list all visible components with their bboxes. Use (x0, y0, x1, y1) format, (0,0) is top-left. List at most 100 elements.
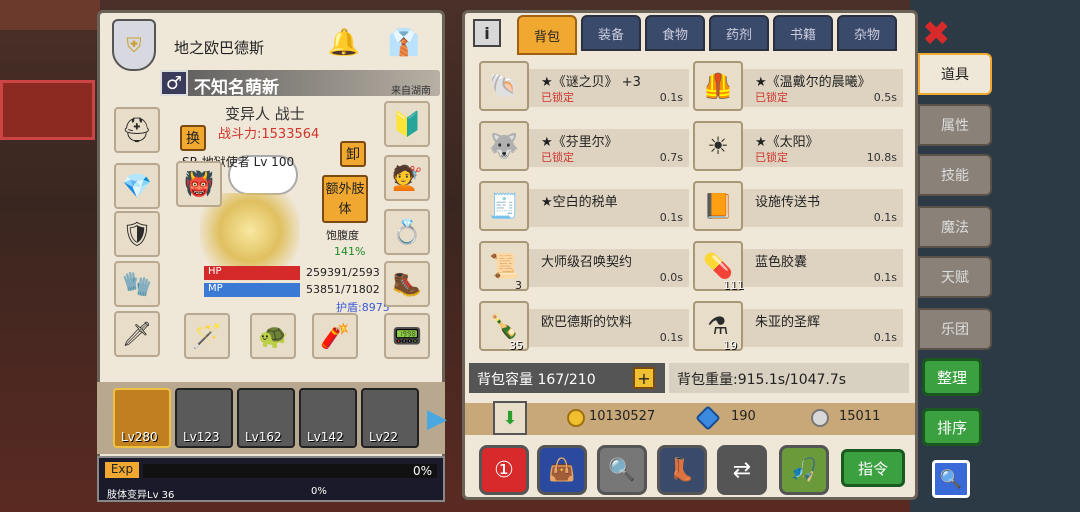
side-tab-items[interactable]: 道具 (918, 53, 992, 95)
hero-card[interactable]: Lv22 (361, 388, 419, 448)
boots-slot-icon[interactable]: 🥾 (384, 261, 430, 307)
hero-level: Lv22 (369, 430, 399, 444)
numbered-list-icon[interactable]: ① (479, 445, 529, 495)
hero-card[interactable]: Lv142 (299, 388, 357, 448)
satiety-value: 141% (334, 245, 366, 258)
hero-level: Lv123 (183, 430, 220, 444)
item-locked: 已锁定 (541, 151, 574, 164)
firecracker-slot-icon[interactable]: 🧨 (312, 313, 358, 359)
tab-potion[interactable]: 药剂 (709, 15, 769, 51)
hp-value: 259391/2593 (306, 266, 380, 279)
gold-amount: 10130527 (589, 409, 656, 424)
bag-icon[interactable]: 👜 (537, 445, 587, 495)
list-item[interactable]: 🐺 ★《芬里尔》 已锁定 0.7s (479, 121, 693, 173)
search-icon[interactable]: 🔍 (932, 460, 970, 498)
tab-bag[interactable]: 背包 (517, 15, 577, 55)
item-name: ★《温戴尔的晨曦》 (755, 75, 871, 90)
list-item[interactable]: 🧾 ★空白的税单 0.1s (479, 181, 693, 233)
hp-label: HP (208, 266, 222, 277)
tab-books[interactable]: 书籍 (773, 15, 833, 51)
list-item[interactable]: 🐚 ★《谜之贝》 +3 已锁定 0.1s (479, 61, 693, 113)
hanger-icon[interactable]: 👔 (382, 21, 426, 65)
item-name: ★《太阳》 (755, 135, 819, 150)
item-name: ★《芬里尔》 (541, 135, 618, 150)
turtle-slot-icon[interactable]: 🐢 (250, 313, 296, 359)
staff-slot-icon[interactable]: 🪄 (184, 313, 230, 359)
shield-slot-icon[interactable]: 🔰 (384, 101, 430, 147)
hero-card[interactable]: Lv280 (113, 388, 171, 448)
fishing-rod-icon[interactable]: 🎣 (779, 445, 829, 495)
silver-coin-icon (811, 409, 829, 427)
bg-decor (0, 0, 100, 30)
item-weight: 0.1s (659, 211, 683, 224)
armor-slot-icon[interactable]: 🛡 (114, 211, 160, 257)
gender-male-icon: ♂ (160, 70, 188, 96)
hero-card[interactable]: Lv162 (237, 388, 295, 448)
list-item[interactable]: 💊 111 蓝色胶囊 0.1s (693, 241, 907, 293)
list-item[interactable]: 📜 3 大师级召唤契约 0.0s (479, 241, 693, 293)
list-item[interactable]: 🍾 35 欧巴德斯的饮料 0.1s (479, 301, 693, 353)
item-locked: 已锁定 (755, 91, 788, 104)
guild-emblem-icon[interactable]: ⛨ (112, 19, 156, 71)
hero-card[interactable]: Lv123 (175, 388, 233, 448)
item-name: 朱亚的圣辉 (755, 315, 821, 330)
item-weight: 0.1s (873, 331, 897, 344)
side-tab-magic[interactable]: 魔法 (918, 206, 992, 248)
player-name: 不知名萌新 (194, 78, 279, 98)
item-name: 大师级召唤契约 (541, 255, 633, 270)
weapon-slot-icon[interactable]: 🗡 (114, 311, 160, 357)
gold-coin-icon (567, 409, 585, 427)
item-weight: 0.0s (659, 271, 683, 284)
swap-button[interactable]: 换 (180, 125, 206, 151)
roster-next-arrow-icon[interactable]: ▶ (427, 404, 447, 434)
item-name: 设施传送书 (755, 195, 821, 210)
magnifier-icon[interactable]: 🔍 (597, 445, 647, 495)
necklace-slot-icon[interactable]: 💎 (114, 163, 160, 209)
device-slot-icon[interactable]: 📟 (384, 313, 430, 359)
item-count: 19 (723, 339, 737, 352)
item-weight: 10.8s (866, 151, 897, 164)
teleport-book-icon: 📙 (693, 181, 743, 231)
swap-arrows-icon[interactable]: ⇄ (717, 445, 767, 495)
list-item[interactable]: ⚗ 19 朱亚的圣辉 0.1s (693, 301, 907, 353)
side-tab-attributes[interactable]: 属性 (918, 104, 992, 146)
organize-button[interactable]: 整理 (922, 358, 982, 396)
list-item[interactable]: 🦺 ★《温戴尔的晨曦》 已锁定 0.5s (693, 61, 907, 113)
hair-slot-icon[interactable]: 💇 (384, 155, 430, 201)
unequip-button[interactable]: 卸 (340, 141, 366, 167)
bg-sign (0, 80, 95, 140)
item-weight: 0.7s (659, 151, 683, 164)
close-icon[interactable]: ✖ (922, 14, 951, 54)
sort-button[interactable]: 排序 (922, 408, 982, 446)
mask-slot-icon[interactable]: 👹 (176, 161, 222, 207)
item-weight: 0.1s (659, 331, 683, 344)
ring-slot-icon[interactable]: 💍 (384, 209, 430, 255)
armor-item-icon: 🦺 (693, 61, 743, 111)
side-tab-skills[interactable]: 技能 (918, 154, 992, 196)
side-tab-band[interactable]: 乐团 (918, 308, 992, 350)
expand-capacity-button[interactable]: + (633, 367, 655, 389)
beacon-icon[interactable]: 🔔 (322, 21, 366, 65)
tax-form-icon: 🧾 (479, 181, 529, 231)
download-icon[interactable]: ⬇ (493, 401, 527, 435)
boot-icon[interactable]: 👢 (657, 445, 707, 495)
item-weight: 0.1s (659, 91, 683, 104)
combat-power: 战斗力:1533564 (218, 127, 320, 142)
item-weight: 0.1s (873, 211, 897, 224)
side-tab-talents[interactable]: 天赋 (918, 256, 992, 298)
gem-amount: 190 (731, 409, 756, 424)
list-item[interactable]: 📙 设施传送书 0.1s (693, 181, 907, 233)
info-button[interactable]: i (473, 19, 501, 47)
tab-food[interactable]: 食物 (645, 15, 705, 51)
item-count: 35 (509, 339, 523, 352)
helmet-slot-icon[interactable]: ⛑ (114, 107, 160, 153)
gauntlet-slot-icon[interactable]: 🧤 (114, 261, 160, 307)
exp-bar (143, 464, 437, 478)
extra-limb-button[interactable]: 额外肢体 (322, 175, 368, 223)
shell-icon: 🐚 (479, 61, 529, 111)
list-item[interactable]: ☀ ★《太阳》 已锁定 10.8s (693, 121, 907, 173)
command-button[interactable]: 指令 (841, 449, 905, 487)
guild-name: 地之欧巴德斯 (174, 39, 265, 57)
tab-misc[interactable]: 杂物 (837, 15, 897, 51)
tab-equipment[interactable]: 装备 (581, 15, 641, 51)
